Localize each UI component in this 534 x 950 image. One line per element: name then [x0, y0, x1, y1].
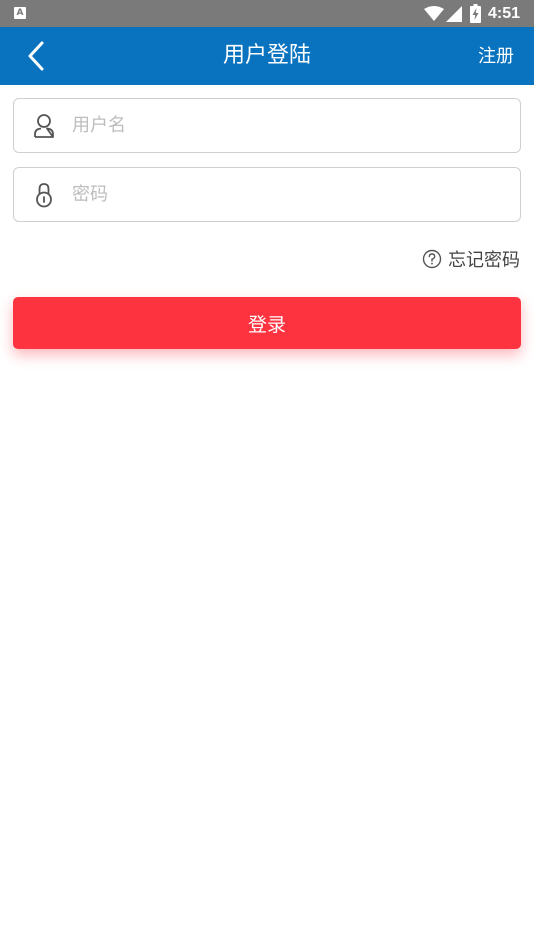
- login-screen: A 4:51 用户登陆 注册 用户名 忘记密码 登录: [0, 0, 534, 950]
- register-link[interactable]: 注册: [478, 27, 514, 85]
- question-circle-icon: [422, 249, 442, 269]
- password-input[interactable]: [72, 168, 502, 221]
- user-icon: [34, 114, 54, 138]
- wifi-icon: [424, 6, 444, 21]
- title-bar: 用户登陆 注册: [0, 27, 534, 85]
- username-field[interactable]: [13, 98, 521, 153]
- password-field[interactable]: [13, 167, 521, 222]
- status-bar: A 4:51: [0, 0, 534, 27]
- status-time: 4:51: [488, 5, 521, 22]
- battery-charging-icon: [470, 4, 481, 23]
- back-button[interactable]: [16, 36, 56, 76]
- login-button[interactable]: 登录: [13, 297, 521, 349]
- lock-icon: [36, 183, 52, 208]
- page-title: 用户登陆: [222, 43, 311, 68]
- chevron-left-icon: [28, 41, 44, 71]
- notification-app-icon: A: [14, 7, 26, 19]
- signal-icon: [446, 6, 462, 22]
- username-input[interactable]: [72, 99, 502, 152]
- forgot-password-label: 忘记密码: [448, 250, 520, 271]
- forgot-password-link[interactable]: 忘记密码: [422, 246, 520, 272]
